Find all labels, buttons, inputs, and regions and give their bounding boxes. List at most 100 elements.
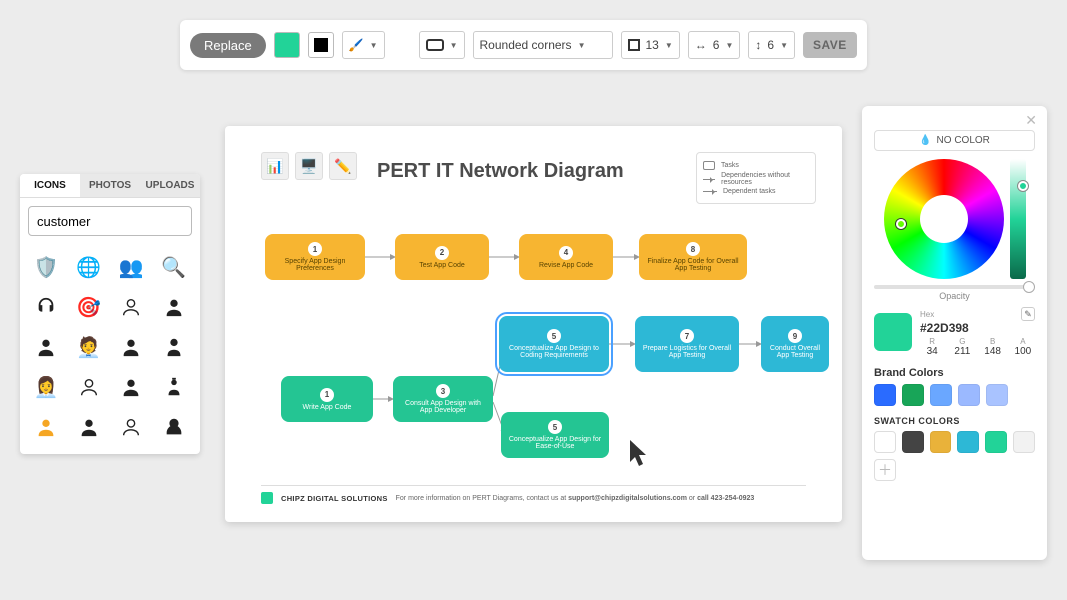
icon-result[interactable]: 👥: [113, 250, 150, 284]
user-solid-icon[interactable]: [113, 330, 150, 364]
tab-photos[interactable]: PHOTOS: [80, 174, 140, 197]
headset-icon[interactable]: [28, 290, 65, 324]
support-agent-icon[interactable]: 🧑‍💼: [71, 330, 108, 364]
node-label: Test App Code: [419, 262, 465, 269]
node-number: 3: [436, 384, 450, 398]
diagram-node[interactable]: 1 Write App Code: [281, 376, 373, 422]
tab-icons[interactable]: ICONS: [20, 174, 80, 197]
brand-colors-row: [874, 384, 1035, 406]
color-swatch[interactable]: [985, 431, 1007, 453]
diagram-node[interactable]: 9 Conduct Overall App Testing: [761, 316, 829, 372]
chart-icon: 📊: [261, 152, 289, 180]
paint-roller-icon: 🖌️: [349, 38, 364, 52]
save-button[interactable]: SAVE: [803, 32, 857, 58]
icon-search: [28, 206, 192, 236]
brand-swatch[interactable]: [902, 384, 924, 406]
replace-button[interactable]: Replace: [190, 33, 266, 58]
eyedropper-icon[interactable]: ✎: [1021, 307, 1035, 321]
user-solid-icon[interactable]: [113, 370, 150, 404]
person-outline-icon[interactable]: [113, 410, 150, 444]
arrow-v-value: 6: [767, 38, 774, 52]
shade-handle[interactable]: [1018, 181, 1028, 191]
stroke-color-chip[interactable]: [308, 32, 334, 58]
diagram-node[interactable]: 3Consult App Design with App Developer: [393, 376, 493, 422]
female-user-icon[interactable]: [156, 330, 193, 364]
close-icon[interactable]: ✕: [1025, 112, 1037, 129]
brand-swatch[interactable]: [874, 384, 896, 406]
legend-item: Dependent tasks: [723, 188, 776, 195]
female-headset-icon[interactable]: 👩‍💼: [28, 370, 65, 404]
shade-slider[interactable]: [1010, 159, 1026, 279]
a-value: 100: [1011, 346, 1035, 357]
fill-color-chip[interactable]: [274, 32, 300, 58]
color-wheel[interactable]: [884, 159, 1004, 279]
paint-roller-dropdown[interactable]: 🖌️ ▼: [342, 31, 385, 59]
node-number: 5: [548, 420, 562, 434]
node-number: 8: [686, 242, 700, 256]
color-swatch[interactable]: [957, 431, 979, 453]
node-number: 1: [308, 242, 322, 256]
footer-phone: call 423-254-0923: [697, 495, 754, 502]
brand-swatch[interactable]: [930, 384, 952, 406]
node-label: Write App Code: [303, 404, 352, 411]
tab-uploads[interactable]: UPLOADS: [140, 174, 200, 197]
color-swatch[interactable]: [1013, 431, 1035, 453]
diagram-title: PERT IT Network Diagram: [377, 160, 624, 183]
no-color-button[interactable]: 💧 NO COLOR: [874, 130, 1035, 151]
node-number: 2: [435, 246, 449, 260]
node-number: 7: [680, 329, 694, 343]
height-arrow-dropdown[interactable]: ↕ 6 ▼: [748, 31, 795, 59]
icon-result[interactable]: 🎯: [71, 290, 108, 324]
legend-item: Tasks: [721, 162, 739, 169]
monitor-icon: 🖥️: [295, 152, 323, 180]
user-solid-icon[interactable]: [71, 410, 108, 444]
opacity-slider[interactable]: [874, 285, 1035, 289]
brand-swatch[interactable]: [986, 384, 1008, 406]
diagram-node[interactable]: 2 Test App Code: [395, 234, 489, 280]
node-number: 4: [559, 246, 573, 260]
legend-item: Dependencies without resources: [721, 172, 809, 186]
color-swatch[interactable]: [930, 431, 952, 453]
person-icon[interactable]: [113, 290, 150, 324]
diagram-page: 📊 🖥️ ✏️ PERT IT Network Diagram Tasks De…: [237, 138, 830, 510]
shape-type-dropdown[interactable]: ▼: [419, 31, 465, 59]
icon-result[interactable]: 🛡️: [28, 250, 65, 284]
diagram-node[interactable]: 8Finalize App Code for Overall App Testi…: [639, 234, 747, 280]
diagram-node[interactable]: 5 Conceptualize App Design for Ease-of-Us…: [501, 412, 609, 458]
r-value: 34: [920, 346, 944, 357]
rounded-rect-icon: [426, 39, 444, 51]
node-label: Prepare Logistics for Overall App Testin…: [641, 345, 733, 359]
diagram-node[interactable]: 7 Prepare Logistics for Overall App Testi…: [635, 316, 739, 372]
chevron-down-icon: ▼: [780, 41, 788, 50]
opacity-label: Opacity: [874, 291, 1035, 301]
color-wheel-handle[interactable]: [896, 219, 906, 229]
icon-result[interactable]: 🔍: [156, 250, 193, 284]
hex-value[interactable]: #22D398: [920, 321, 1035, 335]
female-user-icon[interactable]: [156, 410, 193, 444]
corner-style-dropdown[interactable]: Rounded corners ▼: [473, 31, 613, 59]
border-width-dropdown[interactable]: 13 ▼: [621, 31, 680, 59]
node-label: Conduct Overall App Testing: [767, 345, 823, 359]
width-arrow-dropdown[interactable]: ↔ 6 ▼: [688, 31, 741, 59]
user-solid-icon[interactable]: [28, 410, 65, 444]
diagram-node[interactable]: 5Conceptualize App Design to Coding Requ…: [499, 316, 609, 372]
search-input[interactable]: [29, 214, 200, 229]
add-swatch-button[interactable]: ＋: [874, 459, 896, 481]
icon-result[interactable]: 🌐: [71, 250, 108, 284]
node-label: Conceptualize App Design for Ease-of-Use: [507, 436, 603, 450]
color-swatch[interactable]: [902, 431, 924, 453]
diagram-node[interactable]: 4Revise App Code: [519, 234, 613, 280]
footer-text: For more information on PERT Diagrams, c…: [396, 495, 568, 502]
user-solid-icon[interactable]: [156, 290, 193, 324]
diagram-node[interactable]: 1Specify App Design Preferences: [265, 234, 365, 280]
brand-swatch[interactable]: [958, 384, 980, 406]
editor-canvas[interactable]: 📊 🖥️ ✏️ PERT IT Network Diagram Tasks De…: [225, 126, 842, 522]
opacity-handle[interactable]: [1023, 281, 1035, 293]
color-swatch[interactable]: [874, 431, 896, 453]
person-outline-icon[interactable]: [71, 370, 108, 404]
concierge-icon[interactable]: [156, 370, 193, 404]
user-solid-icon[interactable]: [28, 330, 65, 364]
node-number: 9: [788, 329, 802, 343]
node-number: 1: [320, 388, 334, 402]
chevron-down-icon: ▼: [370, 41, 378, 50]
